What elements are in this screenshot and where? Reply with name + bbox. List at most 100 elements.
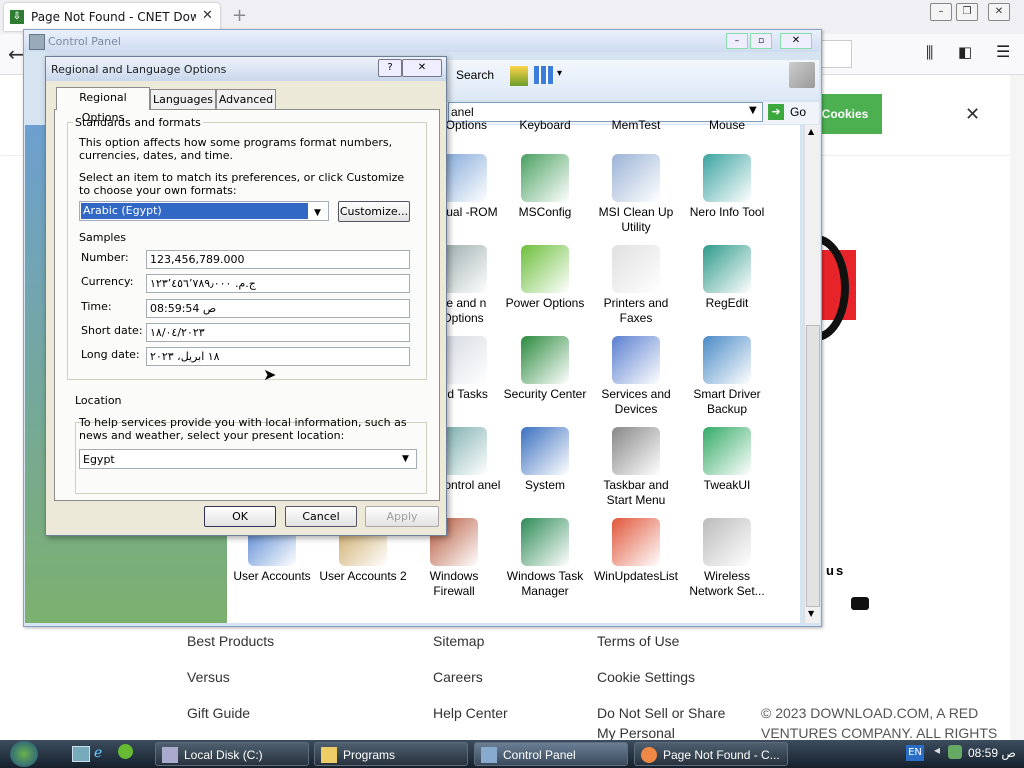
footer-link-terms[interactable]: Terms of Use bbox=[597, 633, 679, 649]
footer-link-cookie-settings[interactable]: Cookie Settings bbox=[597, 669, 695, 685]
url-bar-end[interactable] bbox=[820, 40, 852, 68]
tab-regional-options[interactable]: Regional Options bbox=[56, 87, 150, 124]
cp-item-taskbar[interactable]: Taskbar and Start Menu bbox=[591, 427, 681, 508]
cp-item-label: WinUpdatesList bbox=[593, 569, 679, 583]
footer-link-do-not-sell[interactable]: Do Not Sell or Share bbox=[597, 705, 725, 721]
nero-info-icon bbox=[703, 154, 751, 202]
cp-item-user-keys[interactable]: User Accounts 2 bbox=[318, 518, 408, 584]
new-tab-icon[interactable]: + bbox=[232, 5, 247, 26]
cp-item-label: TweakUI bbox=[703, 478, 751, 492]
cp-item-driver-backup[interactable]: Smart Driver Backup bbox=[682, 336, 772, 417]
cp-item-printer[interactable]: Printers and Faxes bbox=[591, 245, 681, 326]
close-window-icon[interactable]: ✕ bbox=[988, 3, 1010, 21]
minimize-icon[interactable]: – bbox=[930, 3, 952, 21]
security-shield-icon bbox=[521, 336, 569, 384]
maximize-icon[interactable]: ❐ bbox=[956, 3, 978, 21]
youtube-icon[interactable] bbox=[851, 597, 869, 610]
scroll-down-icon[interactable]: ▼ bbox=[808, 609, 814, 618]
tray-app-icon[interactable] bbox=[948, 745, 962, 759]
menu-icon[interactable]: ☰ bbox=[996, 42, 1010, 61]
control-panel-titlebar: Control Panel – ▫ ✕ bbox=[24, 30, 821, 52]
cp-item-mouse[interactable]: Mouse bbox=[682, 118, 772, 133]
download-site-favicon-icon: ⇩ bbox=[10, 10, 24, 24]
apply-button[interactable]: Apply bbox=[365, 506, 439, 527]
cp-item-wireless[interactable]: Wireless Network Set... bbox=[682, 518, 772, 599]
cp-item-memtest[interactable]: MemTest bbox=[591, 118, 681, 133]
sidebar-toggle-icon[interactable]: ◧ bbox=[958, 43, 972, 61]
location-select-value: Egypt bbox=[83, 453, 115, 466]
location-select[interactable]: Egypt ▼ bbox=[79, 449, 417, 469]
language-indicator[interactable]: EN bbox=[906, 745, 924, 761]
cp-maximize-icon[interactable]: ▫ bbox=[750, 33, 772, 49]
page-scrollbar[interactable] bbox=[1010, 75, 1024, 740]
taskbar-control-panel-label: Control Panel bbox=[503, 748, 576, 762]
sample-value: ١٨ ابريل، ٢٠٢٣ bbox=[150, 350, 220, 363]
show-desktop-icon[interactable] bbox=[72, 746, 90, 762]
footer-link-help-center[interactable]: Help Center bbox=[433, 705, 508, 721]
cp-item-system[interactable]: System bbox=[500, 427, 590, 493]
footer-link-versus[interactable]: Versus bbox=[187, 669, 230, 685]
cp-item-label: Security Center bbox=[503, 387, 587, 401]
dialog-close-icon[interactable]: ✕ bbox=[402, 59, 442, 77]
search-button[interactable]: Search bbox=[456, 68, 494, 82]
address-dropdown-icon[interactable]: ▼ bbox=[749, 105, 757, 116]
tab-languages[interactable]: Languages bbox=[150, 89, 216, 110]
tab-advanced[interactable]: Advanced bbox=[216, 89, 276, 110]
cp-item-msconfig[interactable]: MSConfig bbox=[500, 154, 590, 220]
go-button[interactable]: Go bbox=[790, 105, 806, 119]
sample-label: Short date: bbox=[81, 324, 143, 337]
cp-item-broom[interactable]: MSI Clean Up Utility bbox=[591, 154, 681, 235]
cp-item-power-options[interactable]: Power Options bbox=[500, 245, 590, 311]
close-tab-icon[interactable]: ✕ bbox=[202, 8, 213, 23]
cp-item-user-accounts[interactable]: User Accounts bbox=[227, 518, 317, 584]
cp-item-tweakui[interactable]: TweakUI bbox=[682, 427, 772, 493]
scroll-up-icon[interactable]: ▲ bbox=[808, 127, 814, 136]
cp-item-firewall[interactable]: Windows Firewall bbox=[409, 518, 499, 599]
footer-link-my-personal[interactable]: My Personal bbox=[597, 725, 675, 741]
close-banner-icon[interactable]: ✕ bbox=[965, 104, 980, 125]
cp-scrollbar[interactable]: ▲ ▼ bbox=[804, 125, 820, 623]
format-select-value: Arabic (Egypt) bbox=[81, 203, 308, 219]
cp-item-regedit[interactable]: RegEdit bbox=[682, 245, 772, 311]
views-icon[interactable] bbox=[534, 66, 554, 84]
taskbar-programs[interactable]: Programs bbox=[314, 742, 468, 766]
taskbar-firefox[interactable]: Page Not Found - C... bbox=[634, 742, 788, 766]
cp-close-icon[interactable]: ✕ bbox=[780, 33, 812, 49]
cp-minimize-icon[interactable]: – bbox=[726, 33, 748, 49]
footer-link-careers[interactable]: Careers bbox=[433, 669, 483, 685]
footer-link-sitemap[interactable]: Sitemap bbox=[433, 633, 484, 649]
scroll-thumb[interactable] bbox=[806, 325, 820, 607]
ok-button[interactable]: OK bbox=[204, 506, 276, 527]
cp-item-services[interactable]: Services and Devices bbox=[591, 336, 681, 417]
cancel-button[interactable]: Cancel bbox=[285, 506, 357, 527]
samples-label: Samples bbox=[79, 231, 126, 244]
dialog-titlebar: Regional and Language Options ? ✕ bbox=[46, 57, 446, 81]
library-icon[interactable]: ⫼ bbox=[926, 43, 933, 63]
cp-item-nero-info[interactable]: Nero Info Tool bbox=[682, 154, 772, 220]
taskbar-local-disk[interactable]: Local Disk (C:) bbox=[155, 742, 309, 766]
browser-tab[interactable]: ⇩ Page Not Found - CNET Down ✕ bbox=[4, 3, 220, 31]
taskbar-control-panel[interactable]: Control Panel bbox=[474, 742, 628, 766]
cp-item-security-shield[interactable]: Security Center bbox=[500, 336, 590, 402]
format-dropdown-icon[interactable]: ▼ bbox=[314, 205, 321, 222]
cp-item-label: Smart Driver Backup bbox=[693, 387, 761, 416]
location-dropdown-icon[interactable]: ▼ bbox=[402, 450, 409, 469]
wireless-icon bbox=[703, 518, 751, 566]
format-select[interactable]: Arabic (Egypt) ▼ bbox=[79, 201, 329, 221]
cp-item-windows-flag[interactable]: WinUpdatesList bbox=[591, 518, 681, 584]
cp-item-task-manager[interactable]: Windows Task Manager bbox=[500, 518, 590, 599]
cp-item-label: MemTest bbox=[611, 118, 661, 132]
cp-item-keyboard[interactable]: Keyboard bbox=[500, 118, 590, 133]
tray-expand-icon[interactable]: ◂ bbox=[934, 743, 940, 757]
start-orb-icon[interactable] bbox=[10, 741, 38, 767]
help-icon[interactable]: ? bbox=[378, 59, 402, 77]
customize-button[interactable]: Customize... bbox=[338, 201, 410, 222]
ie-icon[interactable]: ℯ bbox=[94, 745, 102, 761]
cp-item-label: User Accounts 2 bbox=[319, 569, 407, 583]
clock[interactable]: 08:59 ص bbox=[968, 746, 1016, 760]
views-dropdown-icon[interactable]: ▾ bbox=[557, 68, 562, 79]
quicklaunch-app-icon[interactable] bbox=[118, 744, 133, 759]
footer-link-best-products[interactable]: Best Products bbox=[187, 633, 274, 649]
footer-link-gift-guide[interactable]: Gift Guide bbox=[187, 705, 250, 721]
folders-icon[interactable] bbox=[510, 66, 528, 86]
